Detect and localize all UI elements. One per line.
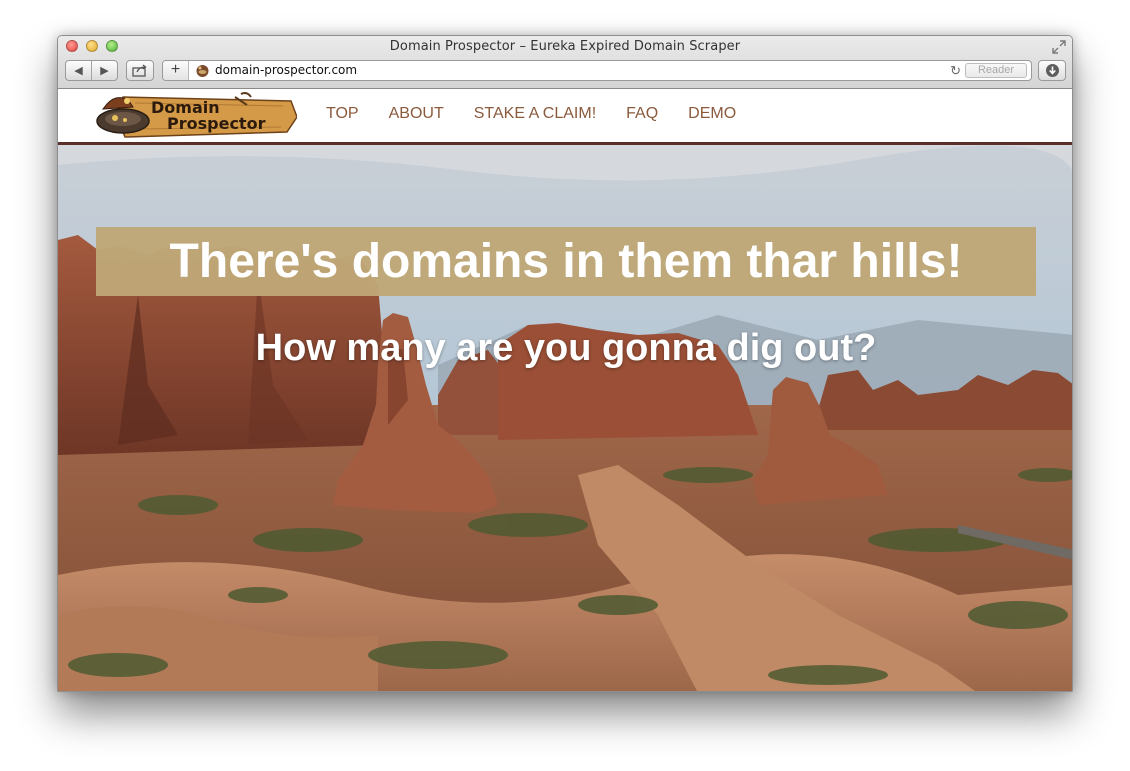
downloads-button[interactable] bbox=[1038, 60, 1066, 81]
hero-section: There's domains in them thar hills! How … bbox=[58, 145, 1072, 691]
main-nav: TOP ABOUT STAKE A CLAIM! FAQ DEMO bbox=[326, 105, 766, 123]
hero-subheadline: How many are you gonna dig out? bbox=[255, 327, 877, 369]
url-text[interactable]: domain-prospector.com bbox=[215, 63, 357, 77]
fullscreen-icon[interactable] bbox=[1052, 40, 1066, 54]
domain-prospector-logo[interactable]: Domain Prospector bbox=[95, 91, 297, 141]
site-navbar: Domain Prospector TOP ABOUT STAKE A CLAI… bbox=[58, 89, 1072, 145]
share-icon bbox=[132, 64, 147, 77]
nav-link-faq[interactable]: FAQ bbox=[626, 105, 658, 123]
nav-link-stake-a-claim[interactable]: STAKE A CLAIM! bbox=[474, 105, 596, 123]
nav-link-demo[interactable]: DEMO bbox=[688, 105, 736, 123]
share-button[interactable] bbox=[126, 60, 154, 81]
download-icon bbox=[1045, 64, 1059, 77]
back-forward-buttons: ◀ ▶ bbox=[65, 60, 118, 81]
window-title: Domain Prospector – Eureka Expired Domai… bbox=[389, 39, 741, 54]
nav-link-about[interactable]: ABOUT bbox=[389, 105, 444, 123]
browser-toolbar: Domain Prospector – Eureka Expired Domai… bbox=[58, 36, 1072, 89]
add-bookmark-button[interactable]: + bbox=[163, 61, 189, 80]
hero-headline-banner: There's domains in them thar hills! bbox=[96, 227, 1036, 296]
favicon-icon bbox=[196, 65, 209, 77]
logo-line2: Prospector bbox=[167, 114, 266, 133]
hero-headline: There's domains in them thar hills! bbox=[169, 235, 963, 288]
browser-window: Domain Prospector – Eureka Expired Domai… bbox=[57, 35, 1073, 692]
address-bar[interactable]: + domain-prospector.com ↻ Reader bbox=[162, 60, 1032, 81]
nav-link-top[interactable]: TOP bbox=[326, 105, 359, 123]
reload-icon[interactable]: ↻ bbox=[950, 63, 961, 79]
web-page: Domain Prospector TOP ABOUT STAKE A CLAI… bbox=[58, 89, 1072, 691]
reader-button[interactable]: Reader bbox=[965, 63, 1027, 78]
back-arrow-icon[interactable]: ◀ bbox=[66, 64, 91, 77]
forward-arrow-icon[interactable]: ▶ bbox=[92, 64, 117, 77]
